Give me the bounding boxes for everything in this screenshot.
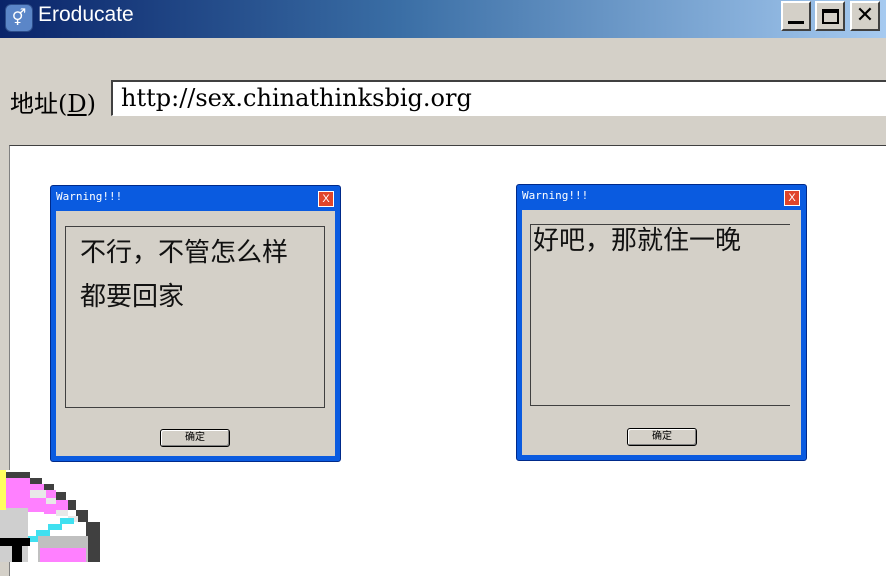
message-line: 不行，不管怎么样	[80, 238, 289, 268]
close-icon: ✕	[855, 3, 875, 28]
minimize-button[interactable]	[781, 1, 811, 31]
close-button[interactable]: ✕	[850, 1, 880, 31]
app-icon: ⚥	[5, 4, 33, 32]
minimize-icon	[788, 20, 804, 24]
warning-dialog-2: Warning!!! X 好吧，那就住一晚 确定	[516, 184, 807, 461]
message-line: 都要回家	[80, 282, 185, 312]
message-box: 不行，不管怎么样 都要回家	[65, 226, 325, 408]
pixel-art-character	[0, 470, 100, 562]
address-label-key: D	[67, 90, 87, 118]
maximize-icon	[821, 8, 839, 24]
dialog-body: 不行，不管怎么样 都要回家 确定	[56, 211, 335, 456]
dialog-title: Warning!!!	[522, 189, 589, 202]
ok-button[interactable]: 确定	[627, 428, 697, 446]
address-label: 地址(D)	[10, 84, 96, 119]
message-box: 好吧，那就住一晚	[530, 224, 790, 406]
dialog-body: 好吧，那就住一晚 确定	[522, 210, 801, 455]
address-input[interactable]: http://sex.chinathinksbig.org	[111, 80, 886, 116]
address-label-suffix: )	[86, 90, 96, 118]
dialog-title: Warning!!!	[56, 190, 123, 203]
address-label-prefix: 地址(	[10, 90, 68, 118]
maximize-button[interactable]	[815, 1, 845, 31]
warning-dialog-1: Warning!!! X 不行，不管怎么样 都要回家 确定	[50, 185, 341, 462]
window-title: Eroducate	[38, 3, 134, 26]
ok-button[interactable]: 确定	[160, 429, 230, 447]
dialog-close-button[interactable]: X	[784, 190, 800, 206]
message-line: 好吧，那就住一晚	[533, 226, 742, 256]
dialog-close-button[interactable]: X	[318, 191, 334, 207]
title-bar: ⚥ Eroducate ✕	[0, 0, 886, 38]
